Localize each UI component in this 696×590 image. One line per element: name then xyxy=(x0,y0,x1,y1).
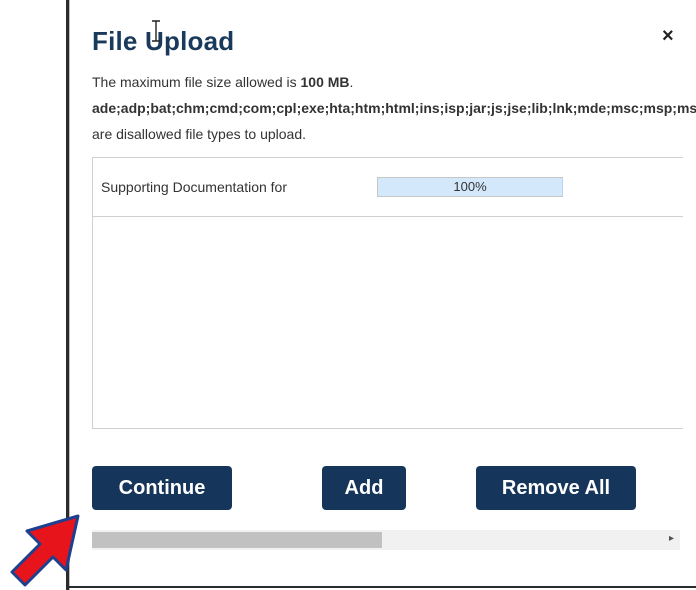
scrollbar-thumb[interactable] xyxy=(92,532,382,548)
file-row: Supporting Documentation for 100% xyxy=(93,158,683,217)
remove-all-button[interactable]: Remove All xyxy=(476,466,636,510)
continue-button[interactable]: Continue xyxy=(92,466,232,510)
disallowed-types-list: ade;adp;bat;chm;cmd;com;cpl;exe;hta;htm;… xyxy=(92,100,696,116)
upload-progress-text: 100% xyxy=(453,179,487,194)
add-button[interactable]: Add xyxy=(322,466,406,510)
window-bottom-edge xyxy=(66,586,696,588)
upload-progress-bar: 100% xyxy=(377,177,563,197)
dialog-title: File Upload xyxy=(92,26,235,56)
horizontal-scrollbar[interactable]: ▸ xyxy=(92,530,680,550)
file-upload-dialog: File Upload × The maximum file size allo… xyxy=(70,0,696,586)
max-size-prefix: The maximum file size allowed is xyxy=(92,74,301,90)
file-name: Supporting Documentation for xyxy=(101,179,287,195)
max-size-text: The maximum file size allowed is 100 MB. xyxy=(92,74,353,90)
max-size-suffix: . xyxy=(349,74,354,90)
close-button[interactable]: × xyxy=(662,25,674,48)
disallowed-types-note: are disallowed file types to upload. xyxy=(92,126,307,142)
scroll-right-arrow-icon[interactable]: ▸ xyxy=(669,533,674,544)
max-size-value: 100 MB xyxy=(300,74,350,90)
red-arrow-icon xyxy=(10,514,80,587)
text-cursor-icon xyxy=(152,20,160,42)
file-list: Supporting Documentation for 100% xyxy=(92,157,683,429)
